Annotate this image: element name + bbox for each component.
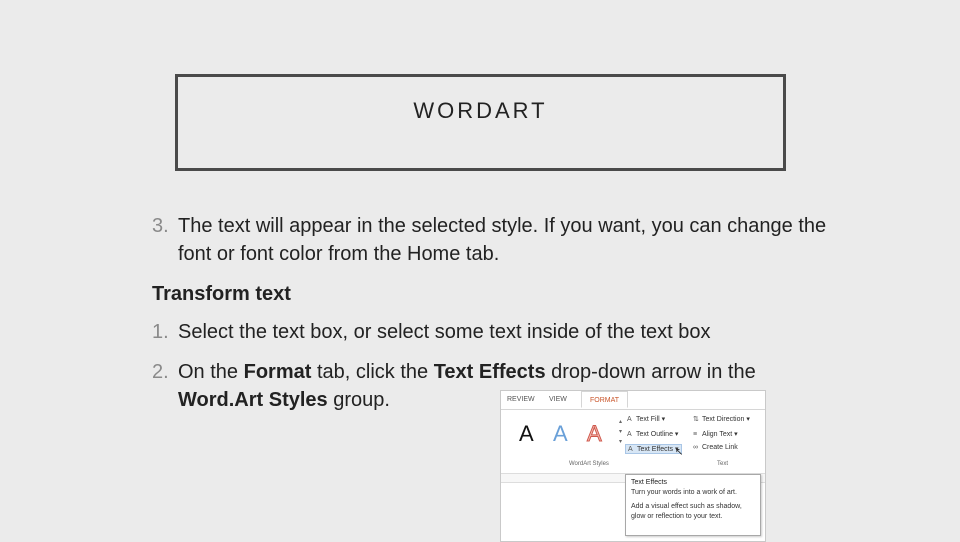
text-effects-button[interactable]: A Text Effects ▾ [625,444,682,454]
text-outline-button[interactable]: A Text Outline ▾ [627,430,678,438]
ribbon-screenshot: REVIEW VIEW FORMAT A A A ▴ ▾ ▾ A Text Fill … [500,390,766,542]
step-2-mid2: drop-down arrow in the [545,361,756,383]
step-1-number: 1. [152,321,169,343]
mouse-cursor-icon: ↖ [675,447,684,458]
step-3: 3. The text will appear in the selected s… [152,212,842,268]
wordart-style-black[interactable]: A [519,421,534,447]
step-2-format: Format [243,361,312,383]
wordart-style-outline[interactable]: A [587,421,603,447]
text-effects-icon: A [628,446,633,453]
text-outline-label: Text Outline [636,431,673,438]
text-fill-label: Text Fill [636,416,660,423]
ribbon-tabs: REVIEW VIEW FORMAT [501,391,765,410]
step-3-number: 3. [152,215,169,237]
text-direction-button[interactable]: ⇅ Text Direction ▾ [693,415,750,423]
align-text-icon: ≡ [693,431,698,438]
transform-text-heading: Transform text [152,283,291,305]
text-fill-icon: A [627,416,632,423]
text-fill-button[interactable]: A Text Fill ▾ [627,415,665,423]
step-2-mid1: tab, click the [311,361,434,383]
create-link-button[interactable]: ∞ Create Link [693,444,738,451]
section-heading: Transform text [152,280,291,308]
tab-format[interactable]: FORMAT [581,391,629,408]
tooltip-line-2: Add a visual effect such as shadow, glow… [631,503,742,520]
align-text-label: Align Text [702,431,733,438]
tooltip-line-1: Turn your words into a work of art. [631,489,737,496]
step-3-text: The text will appear in the selected sty… [178,215,827,265]
step-2-post: group. [327,389,390,411]
step-2-wordart-styles: Word.Art Styles [178,389,328,411]
step-1: 1. Select the text box, or select some te… [152,318,852,346]
wordart-style-blue[interactable]: A [553,421,568,447]
title-box: WORDART [175,74,786,171]
tab-view[interactable]: VIEW [549,396,567,403]
text-outline-icon: A [627,431,632,438]
link-icon: ∞ [693,444,698,451]
group-text: Text [717,461,729,467]
align-text-button[interactable]: ≡ Align Text ▾ [693,430,738,438]
text-effects-tooltip: Text Effects Turn your words into a work… [625,474,761,536]
tab-review[interactable]: REVIEW [507,396,535,403]
step-2-number: 2. [152,361,169,383]
text-direction-icon: ⇅ [693,416,699,423]
step-1-text: Select the text box, or select some text… [178,321,711,343]
text-effects-label: Text Effects [637,446,674,453]
create-link-label: Create Link [702,444,738,451]
text-direction-label: Text Direction [702,416,745,423]
slide-title: WORDART [413,98,548,123]
step-2-pre: On the [178,361,244,383]
tooltip-title: Text Effects [631,479,668,486]
group-wordart-styles: WordArt Styles [569,461,609,467]
step-2-text-effects: Text Effects [433,361,546,383]
